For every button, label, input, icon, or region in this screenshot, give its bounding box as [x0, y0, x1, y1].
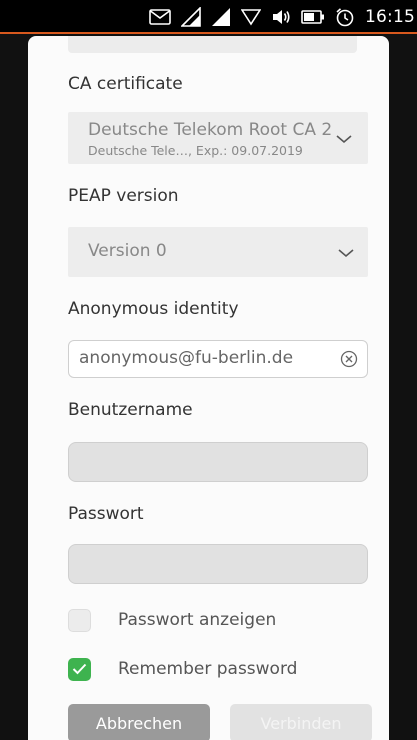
message-icon [149, 9, 171, 25]
status-bar: 16:15 [0, 0, 417, 34]
show-password-label: Passwort anzeigen [118, 610, 277, 630]
show-password-row[interactable]: Passwort anzeigen [68, 607, 276, 633]
anonymous-identity-value: anonymous@fu-berlin.de [79, 348, 294, 368]
remember-password-checkbox[interactable] [68, 657, 91, 681]
show-password-checkbox[interactable] [68, 608, 91, 632]
chevron-down-icon [338, 249, 354, 258]
anonymous-identity-label: Anonymous identity [68, 299, 239, 319]
remember-password-row[interactable]: Remember password [68, 656, 297, 682]
ca-certificate-label: CA certificate [68, 74, 183, 94]
clear-icon[interactable] [340, 350, 358, 368]
chevron-down-icon [336, 135, 352, 144]
wifi-icon [241, 9, 261, 26]
peap-version-value: Version 0 [88, 241, 167, 261]
ca-certificate-select[interactable]: Deutsche Telekom Root CA 2 Deutsche Tele… [68, 112, 368, 164]
peap-version-select[interactable]: Version 0 [68, 227, 368, 277]
status-icons: 16:15 [149, 6, 415, 28]
cancel-button[interactable]: Abbrechen [68, 704, 210, 740]
clock: 16:15 [365, 7, 415, 27]
peap-version-label: PEAP version [68, 186, 179, 206]
ca-certificate-value: Deutsche Telekom Root CA 2 [88, 120, 333, 140]
cellular-signal-icon [181, 7, 201, 27]
battery-icon [301, 10, 324, 24]
password-input[interactable] [68, 544, 368, 584]
checkmark-icon [72, 663, 87, 675]
username-label: Benutzername [68, 400, 193, 420]
volume-icon [273, 10, 290, 24]
connect-button[interactable]: Verbinden [230, 704, 372, 740]
alarm-icon [336, 8, 354, 27]
password-label: Passwort [68, 504, 144, 524]
remember-password-label: Remember password [118, 659, 298, 679]
wifi-auth-dialog: CA certificate Deutsche Telekom Root CA … [28, 36, 389, 740]
cellular-signal-icon [212, 8, 230, 26]
previous-field-remnant[interactable] [68, 36, 357, 53]
username-input[interactable] [68, 442, 368, 482]
ca-certificate-detail: Deutsche Tele…, Exp.: 09.07.2019 [88, 143, 303, 158]
anonymous-identity-input[interactable]: anonymous@fu-berlin.de [68, 340, 368, 378]
